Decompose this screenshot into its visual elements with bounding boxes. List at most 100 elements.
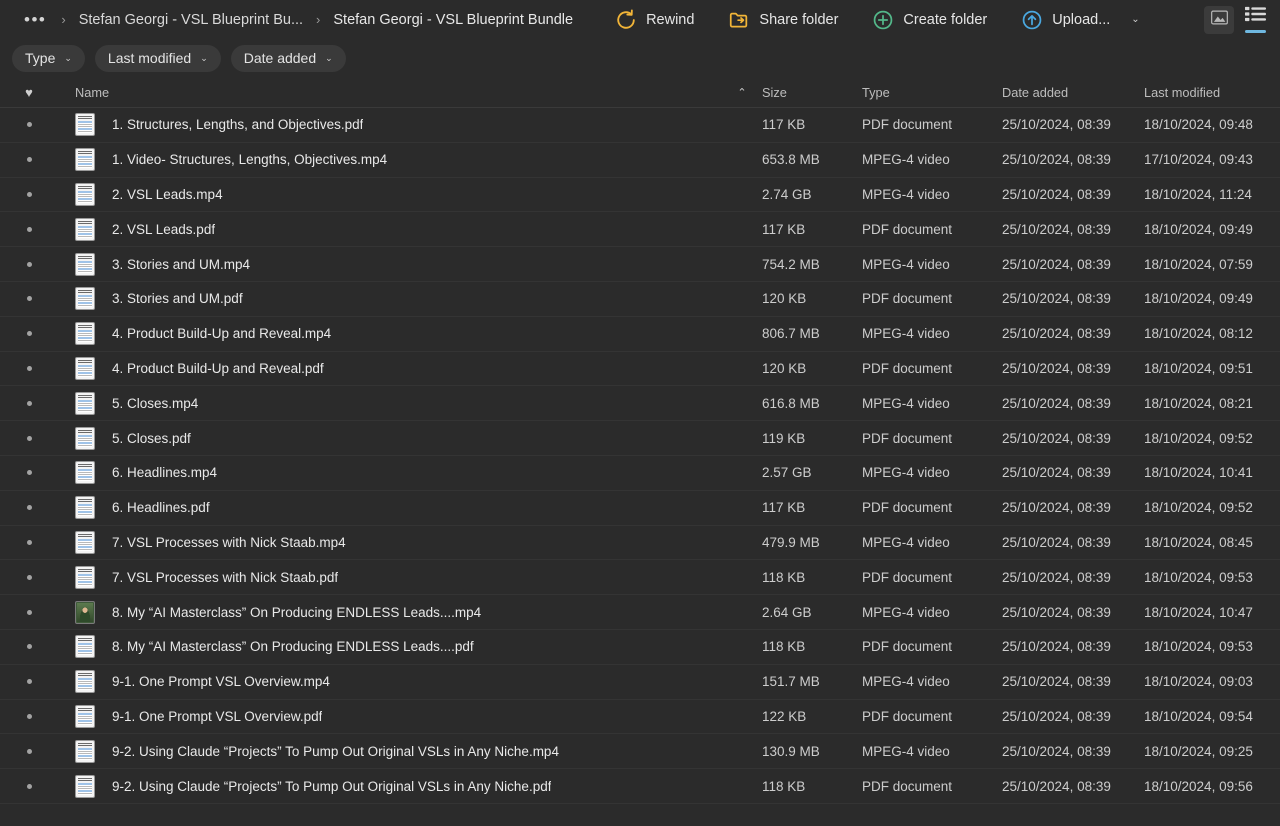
file-name-cell[interactable]: 4. Product Build-Up and Reveal.pdf (58, 356, 722, 380)
file-name-cell[interactable]: 4. Product Build-Up and Reveal.mp4 (58, 322, 722, 346)
table-row[interactable]: 3. Stories and UM.mp4 754.2 MB MPEG-4 vide… (0, 247, 1280, 282)
table-row[interactable]: 4. Product Build-Up and Reveal.mp4 806.7 … (0, 317, 1280, 352)
table-row[interactable]: 2. VSL Leads.mp4 2.74 GB MPEG-4 video 25/10… (0, 178, 1280, 213)
favorite-dot-icon (26, 365, 32, 371)
document-thumbnail-icon (75, 530, 95, 554)
favorite-toggle[interactable] (0, 748, 58, 754)
file-name-cell[interactable]: 7. VSL Processes with Nick Staab.pdf (58, 565, 722, 589)
file-name-cell[interactable]: 9-1. One Prompt VSL Overview.mp4 (58, 670, 722, 694)
favorite-toggle[interactable] (0, 191, 58, 197)
table-row[interactable]: 9-2. Using Claude “Projects” To Pump Out… (0, 769, 1280, 804)
table-row[interactable]: 3. Stories and UM.pdf 120 KB PDF document 2… (0, 282, 1280, 317)
favorite-toggle[interactable] (0, 644, 58, 650)
file-name-cell[interactable]: 9-2. Using Claude “Projects” To Pump Out… (58, 774, 722, 798)
create-folder-button[interactable]: Create folder (864, 4, 995, 36)
favorite-toggle[interactable] (0, 365, 58, 371)
column-header-date-added[interactable]: Date added (1002, 85, 1144, 100)
favorite-toggle[interactable] (0, 679, 58, 685)
table-row[interactable]: 9-2. Using Claude “Projects” To Pump Out… (0, 734, 1280, 770)
table-row[interactable]: 7. VSL Processes with Nick Staab.pdf 118 … (0, 560, 1280, 596)
filter-chip-last-modified[interactable]: Last modified ⌄ (94, 44, 221, 72)
table-row[interactable]: 9-1. One Prompt VSL Overview.pdf 122 KB PD… (0, 700, 1280, 735)
file-name-cell[interactable]: 2. VSL Leads.mp4 (58, 182, 722, 206)
file-last-modified-cell: 18/10/2024, 11:24 (1144, 186, 1252, 202)
file-name-cell[interactable]: 7. VSL Processes with Nick Staab.mp4 (58, 530, 722, 554)
column-header-last-modified[interactable]: Last modified (1144, 85, 1280, 100)
breadcrumb-item-current[interactable]: Stefan Georgi - VSL Blueprint Bundle (329, 9, 577, 31)
file-size-cell: 479.9 MB (762, 534, 820, 550)
file-name-cell[interactable]: 2. VSL Leads.pdf (58, 217, 722, 241)
table-row[interactable]: 2. VSL Leads.pdf 117 KB PDF document 25/10/… (0, 212, 1280, 248)
table-row[interactable]: 6. Headlines.pdf 117 KB PDF document 25/10/… (0, 491, 1280, 526)
table-row[interactable]: 7. VSL Processes with Nick Staab.mp4 479.… (0, 526, 1280, 561)
favorite-toggle[interactable] (0, 226, 58, 232)
breadcrumb-overflow-button[interactable]: ••• (18, 11, 52, 28)
file-size-cell: 130.9 MB (762, 743, 820, 759)
upload-button[interactable]: Upload... ⌄ (1013, 4, 1147, 36)
favorite-toggle[interactable] (0, 296, 58, 302)
file-date-added-cell: 25/10/2024, 08:39 (1002, 778, 1111, 794)
rewind-button[interactable]: Rewind (607, 4, 702, 36)
favorite-toggle[interactable] (0, 713, 58, 719)
file-date-added-cell: 25/10/2024, 08:39 (1002, 569, 1111, 585)
file-name-cell[interactable]: 8. My “AI Masterclass” On Producing ENDL… (58, 600, 722, 624)
table-row[interactable]: 6. Headlines.mp4 2.57 GB MPEG-4 video 25/10… (0, 456, 1280, 491)
file-name-cell[interactable]: 9-1. One Prompt VSL Overview.pdf (58, 704, 722, 728)
favorite-toggle[interactable] (0, 539, 58, 545)
favorite-toggle[interactable] (0, 470, 58, 476)
document-thumbnail-icon (75, 565, 95, 589)
grid-view-button[interactable] (1204, 5, 1234, 34)
file-type-cell: MPEG-4 video (862, 395, 950, 411)
favorite-toggle[interactable] (0, 122, 58, 128)
share-folder-button[interactable]: Share folder (720, 4, 846, 36)
favorite-toggle[interactable] (0, 783, 58, 789)
table-row[interactable]: 9-1. One Prompt VSL Overview.mp4 151.7 MB… (0, 665, 1280, 700)
file-name-cell[interactable]: 1. Video- Structures, Lengths, Objective… (58, 148, 722, 172)
column-header-favorite[interactable]: ♥ (0, 85, 58, 100)
breadcrumb-item-parent[interactable]: Stefan Georgi - VSL Blueprint Bu... (75, 9, 307, 31)
file-type-cell: MPEG-4 video (862, 465, 950, 481)
favorite-dot-icon (26, 296, 32, 302)
list-view-button[interactable] (1240, 6, 1270, 34)
table-row[interactable]: 1. Video- Structures, Lengths, Objective… (0, 143, 1280, 178)
file-name-cell[interactable]: 6. Headlines.mp4 (58, 461, 722, 485)
file-last-modified-cell: 18/10/2024, 09:53 (1144, 569, 1253, 585)
favorite-dot-icon (26, 713, 32, 719)
chevron-down-icon[interactable]: ⌄ (1131, 14, 1139, 25)
file-name-cell[interactable]: 5. Closes.pdf (58, 426, 722, 450)
favorite-dot-icon (26, 644, 32, 650)
table-row[interactable]: 5. Closes.pdf 119 KB PDF document 25/10/202… (0, 421, 1280, 456)
table-row[interactable]: 8. My “AI Masterclass” On Producing ENDL… (0, 630, 1280, 665)
file-type-cell: PDF document (862, 117, 953, 133)
file-name-cell[interactable]: 8. My “AI Masterclass” On Producing ENDL… (58, 635, 722, 659)
column-header-name[interactable]: Name (58, 85, 722, 100)
file-size-cell: 616.8 MB (762, 395, 820, 411)
filter-chip-date-added[interactable]: Date added ⌄ (230, 44, 346, 72)
column-header-size[interactable]: Size (762, 85, 862, 100)
table-row[interactable]: 5. Closes.mp4 616.8 MB MPEG-4 video 25/10/2… (0, 386, 1280, 422)
file-name-cell[interactable]: 3. Stories and UM.pdf (58, 287, 722, 311)
table-row[interactable]: 4. Product Build-Up and Reveal.pdf 120 KB… (0, 352, 1280, 387)
file-name-cell[interactable]: 5. Closes.mp4 (58, 391, 722, 415)
file-date-added-cell: 25/10/2024, 08:39 (1002, 604, 1111, 620)
column-header-type[interactable]: Type (862, 85, 1002, 100)
filter-chip-type[interactable]: Type ⌄ (12, 44, 85, 72)
favorite-toggle[interactable] (0, 505, 58, 511)
sort-indicator[interactable]: ⌃ (722, 86, 762, 99)
favorite-toggle[interactable] (0, 400, 58, 406)
favorite-toggle[interactable] (0, 261, 58, 267)
file-name-label: 3. Stories and UM.pdf (112, 291, 243, 307)
table-row[interactable]: 1. Structures, Lengths, and Objectives.p… (0, 108, 1280, 143)
file-name-cell[interactable]: 9-2. Using Claude “Projects” To Pump Out… (58, 739, 722, 763)
file-name-cell[interactable]: 1. Structures, Lengths, and Objectives.p… (58, 113, 722, 137)
favorite-toggle[interactable] (0, 574, 58, 580)
file-size-cell: 120 KB (762, 291, 807, 307)
favorite-toggle[interactable] (0, 609, 58, 615)
favorite-toggle[interactable] (0, 331, 58, 337)
file-last-modified-cell: 17/10/2024, 09:43 (1144, 152, 1253, 168)
favorite-toggle[interactable] (0, 157, 58, 163)
file-name-cell[interactable]: 6. Headlines.pdf (58, 496, 722, 520)
table-row[interactable]: 8. My “AI Masterclass” On Producing ENDL… (0, 595, 1280, 630)
favorite-toggle[interactable] (0, 435, 58, 441)
file-name-cell[interactable]: 3. Stories and UM.mp4 (58, 252, 722, 276)
